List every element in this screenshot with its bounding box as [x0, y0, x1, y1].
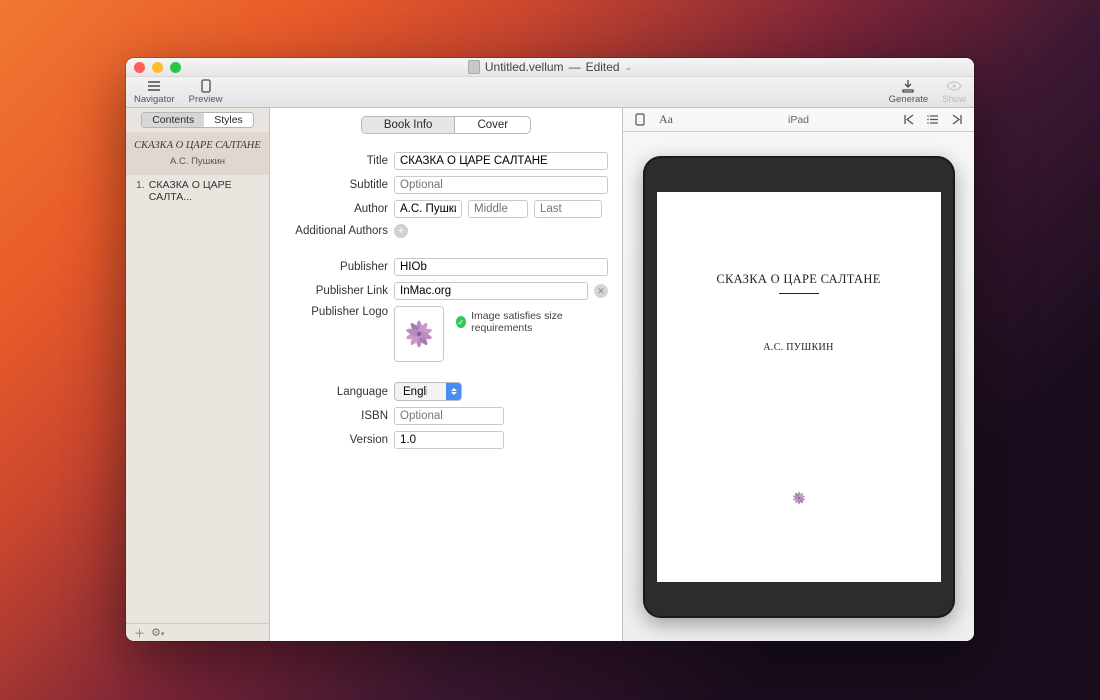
publisher-input[interactable] [394, 258, 608, 276]
eye-icon [945, 78, 963, 94]
clear-link-icon[interactable]: ✕ [594, 284, 608, 298]
sidebar-book-author: А.С. Пушкин [134, 156, 261, 167]
gear-icon[interactable]: ⚙︎▾ [151, 626, 164, 639]
add-icon[interactable]: ＋ [134, 625, 145, 641]
last-page-icon[interactable] [950, 113, 964, 127]
author-last-input[interactable] [534, 200, 602, 218]
toolbar: Navigator Preview Generate Show [126, 77, 974, 108]
preview-author: А.С. ПУШКИН [763, 342, 833, 353]
publisher-label: Publisher [270, 261, 388, 273]
ipad-frame: СКАЗКА О ЦАРЕ САЛТАНЕ А.С. ПУШКИН [643, 156, 955, 618]
sidebar: Contents Styles СКАЗКА О ЦАРЕ САЛТАНЕ А.… [126, 108, 270, 641]
window-filename: Untitled.vellum [485, 60, 564, 74]
toc-icon[interactable] [926, 113, 940, 127]
flower-icon [789, 488, 809, 508]
author-label: Author [270, 203, 388, 215]
sidebar-item[interactable]: 1. СКАЗКА О ЦАРЕ САЛТА... [126, 175, 269, 207]
version-label: Version [270, 434, 388, 446]
logo-note: ✓ Image satisfies size requirements [456, 310, 608, 334]
version-input[interactable] [394, 431, 504, 449]
publisher-link-input[interactable] [394, 282, 588, 300]
publisher-logo-well[interactable] [394, 306, 444, 362]
app-window: Untitled.vellum — Edited ⌄ Navigator Pre… [126, 58, 974, 641]
subtitle-input[interactable] [394, 176, 608, 194]
sidebar-book-title: СКАЗКА О ЦАРЕ САЛТАНЕ [134, 140, 261, 153]
sidebar-book-header[interactable]: СКАЗКА О ЦАРЕ САЛТАНЕ А.С. Пушкин [126, 132, 269, 175]
window-status: Edited [586, 60, 620, 74]
document-icon [468, 60, 480, 74]
tab-contents[interactable]: Contents [142, 113, 204, 127]
titlebar: Untitled.vellum — Edited ⌄ [126, 58, 974, 77]
show-button[interactable]: Show [942, 78, 966, 105]
author-first-input[interactable] [394, 200, 462, 218]
flower-icon [398, 313, 440, 355]
device-icon[interactable] [633, 113, 647, 127]
logo-note-text: Image satisfies size requirements [471, 310, 608, 334]
preview-title: СКАЗКА О ЦАРЕ САЛТАНЕ [716, 272, 880, 287]
language-label: Language [270, 386, 388, 398]
add-author-button[interactable]: + [394, 224, 408, 238]
generate-button[interactable]: Generate [889, 78, 929, 105]
tab-styles[interactable]: Styles [204, 113, 253, 127]
first-page-icon[interactable] [902, 113, 916, 127]
title-input[interactable] [394, 152, 608, 170]
preview-label: Preview [189, 94, 223, 105]
additional-authors-label: Additional Authors [270, 225, 388, 237]
publisher-logo-label: Publisher Logo [270, 306, 388, 318]
preview-button[interactable]: Preview [189, 78, 223, 105]
generate-label: Generate [889, 94, 929, 105]
check-icon: ✓ [456, 316, 467, 328]
isbn-label: ISBN [270, 410, 388, 422]
device-icon [197, 78, 215, 94]
center-panel: Book Info Cover Title Subtitle Author [270, 108, 623, 641]
navigator-button[interactable]: Navigator [134, 78, 175, 105]
author-middle-input[interactable] [468, 200, 528, 218]
chevron-down-icon[interactable]: ⌄ [625, 62, 633, 73]
title-label: Title [270, 155, 388, 167]
publisher-link-label: Publisher Link [270, 285, 388, 297]
preview-panel: Aa iPad СКАЗКА О ЦАРЕ С [623, 108, 974, 641]
tab-cover[interactable]: Cover [454, 117, 530, 133]
ipad-screen: СКАЗКА О ЦАРЕ САЛТАНЕ А.С. ПУШКИН [657, 192, 941, 582]
navigator-label: Navigator [134, 94, 175, 105]
sidebar-item-num: 1. [136, 179, 145, 203]
preview-logo [789, 488, 809, 512]
tab-book-info[interactable]: Book Info [362, 117, 455, 133]
subtitle-label: Subtitle [270, 179, 388, 191]
sidebar-item-label: СКАЗКА О ЦАРЕ САЛТА... [149, 179, 259, 203]
center-tabs: Book Info Cover [361, 116, 531, 134]
language-select[interactable]: English [394, 382, 462, 401]
isbn-input[interactable] [394, 407, 504, 425]
font-icon[interactable]: Aa [659, 113, 673, 127]
list-icon [145, 78, 163, 94]
sidebar-tabs: Contents Styles [141, 112, 254, 128]
download-icon [899, 78, 917, 94]
title-rule [779, 293, 819, 294]
show-label: Show [942, 94, 966, 105]
